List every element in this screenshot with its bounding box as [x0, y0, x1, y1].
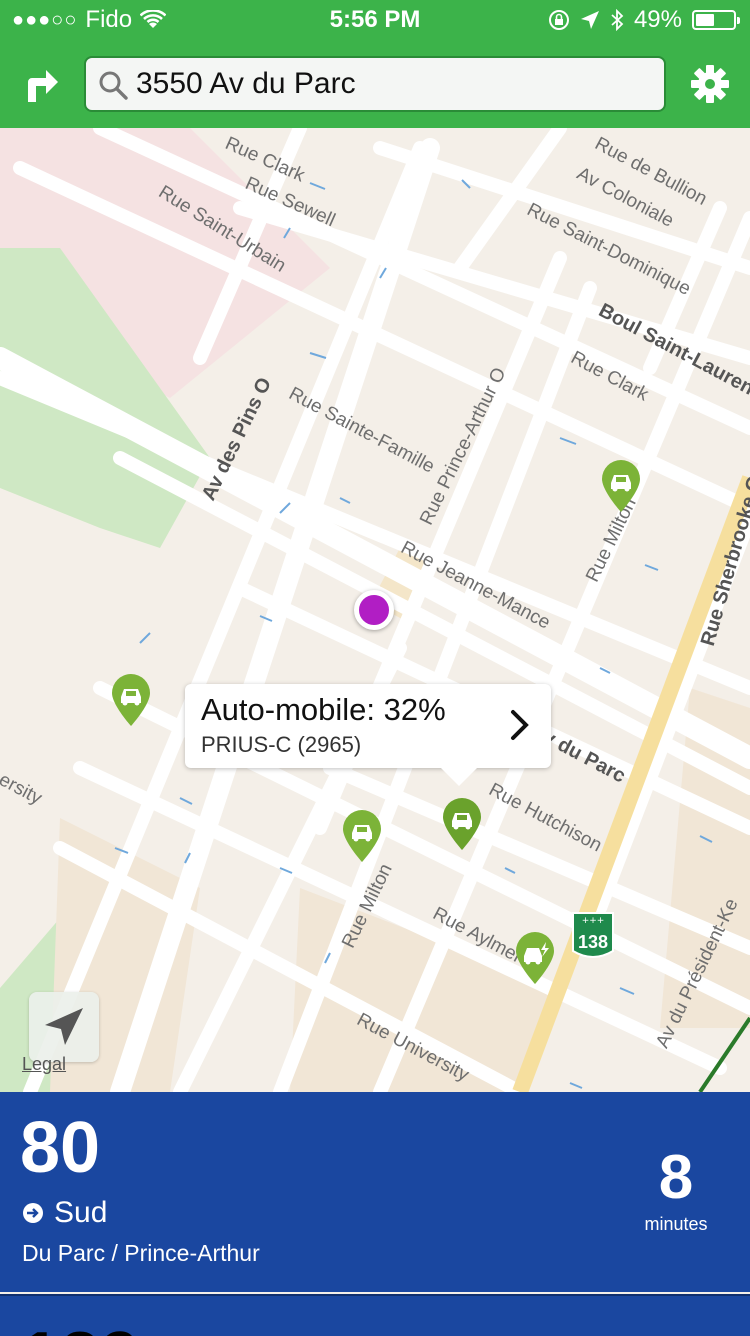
direction-row: Sud — [22, 1196, 107, 1230]
arrow-right-circle-icon — [23, 1203, 43, 1223]
gear-icon[interactable] — [690, 64, 730, 104]
route-number: 80 — [20, 1108, 101, 1188]
departure-card[interactable]: 129 — [0, 1294, 750, 1336]
departure-card[interactable]: 80 Sud Du Parc / Prince-Arthur 8 minutes — [0, 1092, 750, 1292]
app-header: 3550 Av du Parc — [0, 40, 750, 128]
electric-car-marker[interactable] — [513, 930, 557, 986]
minutes-value: 8 — [658, 1143, 694, 1212]
svg-text:+++: +++ — [582, 916, 605, 926]
route-shield-number: 138 — [577, 932, 609, 952]
status-bar: ●●●○○ Fido 5:56 PM 49% — [0, 0, 750, 40]
car-marker-selected[interactable] — [440, 796, 484, 852]
chevron-right-icon[interactable] — [509, 708, 531, 742]
callout-subtitle: PRIUS-C (2965) — [201, 732, 362, 757]
current-location-dot — [354, 590, 394, 630]
stop-name: Du Parc / Prince-Arthur — [22, 1240, 260, 1266]
search-input[interactable]: 3550 Av du Parc — [136, 58, 356, 110]
search-icon — [99, 71, 128, 100]
car-marker[interactable] — [599, 458, 643, 514]
legal-link[interactable]: Legal — [22, 1054, 66, 1075]
direction-label: Sud — [54, 1196, 108, 1229]
car-marker[interactable] — [340, 808, 384, 864]
battery-icon — [692, 10, 740, 30]
vehicle-callout[interactable]: Auto-mobile: 32% PRIUS-C (2965) — [185, 684, 551, 786]
location-arrow-icon — [45, 1008, 83, 1045]
bluetooth-icon — [611, 9, 624, 31]
rotation-lock-icon — [548, 10, 569, 30]
directions-icon[interactable] — [18, 62, 62, 106]
map-view[interactable]: Rue Clark Rue Sewell Rue Saint-Urbain Av… — [0, 128, 750, 1092]
callout-title: Auto-mobile: 32% — [201, 692, 446, 727]
locate-me-button[interactable] — [29, 992, 99, 1062]
car-marker[interactable] — [109, 672, 153, 728]
location-arrow-icon — [580, 11, 599, 29]
search-field[interactable]: 3550 Av du Parc — [84, 56, 666, 112]
minutes-label: minutes — [644, 1214, 708, 1234]
battery-percent: 49% — [633, 6, 682, 33]
